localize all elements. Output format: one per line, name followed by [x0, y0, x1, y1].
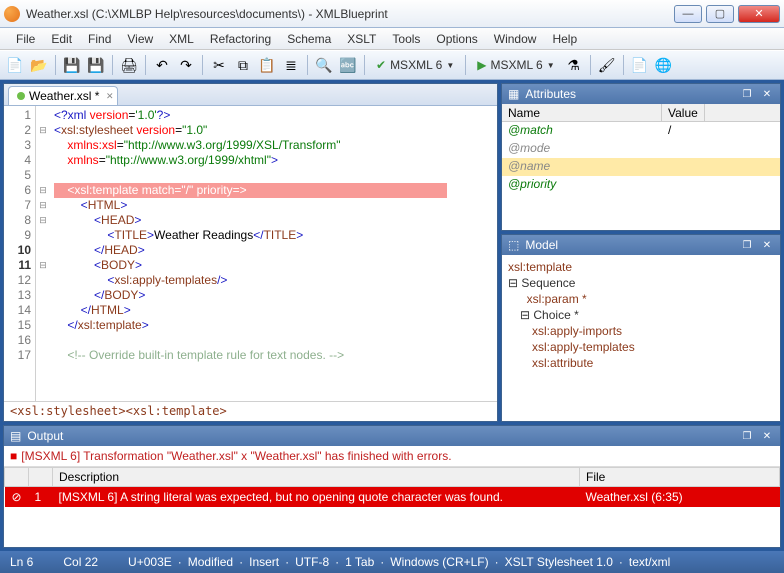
menu-window[interactable]: Window: [486, 32, 545, 46]
attribute-row[interactable]: @priority: [502, 176, 780, 194]
menubar: FileEditFindViewXMLRefactoringSchemaXSLT…: [0, 28, 784, 50]
breadcrumb[interactable]: <xsl:stylesheet><xsl:template>: [4, 401, 497, 421]
close-panel-icon[interactable]: ✕: [760, 429, 774, 443]
editor-pane: Weather.xsl * ✕ 123456789101112131415161…: [3, 83, 498, 422]
titlebar: Weather.xsl (C:\XMLBP Help\resources\doc…: [0, 0, 784, 28]
output-summary: ■[MSXML 6] Transformation "Weather.xsl" …: [4, 446, 780, 467]
menu-refactoring[interactable]: Refactoring: [202, 32, 279, 46]
menu-tools[interactable]: Tools: [384, 32, 428, 46]
close-button[interactable]: ✕: [738, 5, 780, 23]
minimize-button[interactable]: ―: [674, 5, 702, 23]
transform-icon[interactable]: ⚗: [563, 54, 585, 76]
restore-icon[interactable]: ❐: [740, 238, 754, 252]
menu-file[interactable]: File: [8, 32, 43, 46]
file-status-icon: [17, 92, 25, 100]
output-panel-icon: ▤: [10, 429, 21, 443]
doc-icon[interactable]: 📄: [629, 54, 651, 76]
cut-icon[interactable]: ✂: [208, 54, 230, 76]
attribute-row[interactable]: @mode: [502, 140, 780, 158]
validate-dropdown[interactable]: ✔MSXML 6▼: [370, 54, 460, 76]
print-icon[interactable]: 🖨: [118, 54, 140, 76]
tab-label: Weather.xsl *: [29, 89, 99, 103]
menu-xml[interactable]: XML: [161, 32, 202, 46]
open-icon[interactable]: 📂: [28, 54, 50, 76]
undo-icon[interactable]: ↶: [151, 54, 173, 76]
menu-schema[interactable]: Schema: [279, 32, 339, 46]
save-icon[interactable]: 💾: [61, 54, 83, 76]
output-panel: ▤Output❐✕ ■[MSXML 6] Transformation "Wea…: [3, 425, 781, 548]
menu-view[interactable]: View: [119, 32, 161, 46]
close-panel-icon[interactable]: ✕: [760, 87, 774, 101]
browser-icon[interactable]: 🌐: [653, 54, 675, 76]
paste-icon[interactable]: 📋: [256, 54, 278, 76]
attributes-panel: ▦Attributes❐✕ NameValue @match/@mode@nam…: [501, 83, 781, 231]
menu-help[interactable]: Help: [544, 32, 585, 46]
close-panel-icon[interactable]: ✕: [760, 238, 774, 252]
run-dropdown[interactable]: ▶MSXML 6▼: [471, 54, 560, 76]
error-row[interactable]: ⊘ 1 [MSXML 6] A string literal was expec…: [5, 487, 780, 508]
window-title: Weather.xsl (C:\XMLBP Help\resources\doc…: [26, 7, 674, 21]
save-all-icon[interactable]: 💾: [85, 54, 107, 76]
restore-icon[interactable]: ❐: [740, 429, 754, 443]
model-tree[interactable]: xsl:template ⊟ Sequence xsl:param * ⊟ Ch…: [502, 255, 780, 421]
find-icon[interactable]: 🔍: [313, 54, 335, 76]
menu-find[interactable]: Find: [80, 32, 119, 46]
menu-xslt[interactable]: XSLT: [339, 32, 384, 46]
menu-edit[interactable]: Edit: [43, 32, 80, 46]
redo-icon[interactable]: ↷: [175, 54, 197, 76]
menu-options[interactable]: Options: [428, 32, 485, 46]
restore-icon[interactable]: ❐: [740, 87, 754, 101]
statusbar: Ln 6Col 22U+003E·Modified·Insert·UTF-8·1…: [0, 551, 784, 573]
attribute-row[interactable]: @name: [502, 158, 780, 176]
attribute-row[interactable]: @match/: [502, 122, 780, 140]
file-tab[interactable]: Weather.xsl * ✕: [8, 86, 118, 105]
code-editor[interactable]: 1234567891011121314151617 ⊟⊟⊟⊟⊟ <?xml ve…: [4, 106, 497, 401]
brush-icon[interactable]: 🖌: [596, 54, 618, 76]
tab-strip: Weather.xsl * ✕: [4, 84, 497, 106]
app-icon: [4, 6, 20, 22]
model-panel: ⬚Model❐✕ xsl:template ⊟ Sequence xsl:par…: [501, 234, 781, 422]
output-table: DescriptionFile ⊘ 1 [MSXML 6] A string l…: [4, 467, 780, 507]
replace-icon[interactable]: 🔤: [337, 54, 359, 76]
format-icon[interactable]: ≣: [280, 54, 302, 76]
toolbar: 📄 📂 💾 💾 🖨 ↶ ↷ ✂ ⧉ 📋 ≣ 🔍 🔤 ✔MSXML 6▼ ▶MSX…: [0, 50, 784, 80]
new-icon[interactable]: 📄: [4, 54, 26, 76]
close-tab-icon[interactable]: ✕: [106, 91, 114, 102]
maximize-button[interactable]: ▢: [706, 5, 734, 23]
model-panel-icon: ⬚: [508, 238, 519, 252]
attributes-panel-icon: ▦: [508, 87, 519, 101]
copy-icon[interactable]: ⧉: [232, 54, 254, 76]
